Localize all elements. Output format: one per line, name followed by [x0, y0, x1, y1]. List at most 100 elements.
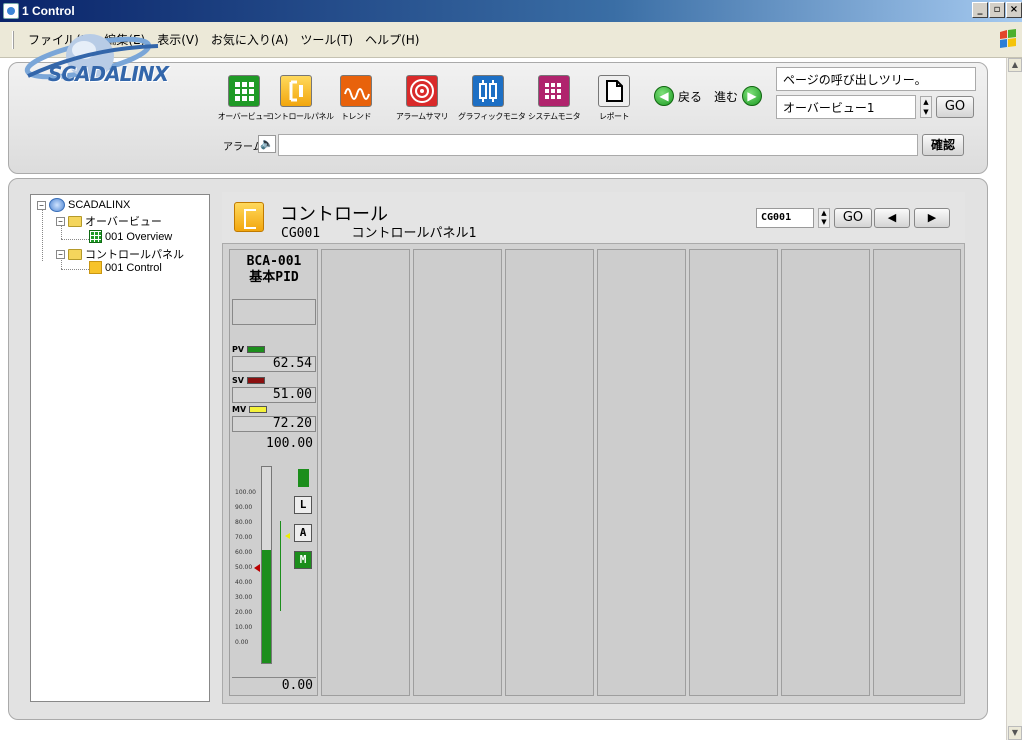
mv-value[interactable]: 72.20: [232, 416, 316, 432]
sv-color-swatch: [246, 377, 265, 384]
tree-folder-control[interactable]: − コントロールパネル: [56, 246, 184, 262]
mv-label: MV: [232, 405, 247, 414]
tree-root[interactable]: − SCADALINX: [37, 198, 130, 212]
pv-value: 62.54: [232, 356, 316, 372]
toolbar-label: レポート: [599, 112, 630, 121]
tree-folder-overview[interactable]: − オーバービュー: [56, 213, 162, 229]
empty-faceplate-slot: [781, 249, 870, 696]
trend-wave-icon: [340, 75, 372, 107]
logo-text: SCADALINX: [48, 62, 169, 86]
page-spinner[interactable]: ▲ ▼: [920, 96, 932, 118]
back-button[interactable]: ◀ 戻る: [654, 86, 702, 106]
toolbar-trend-button[interactable]: トレンド: [326, 71, 386, 127]
collapse-toggle-icon[interactable]: −: [56, 249, 65, 259]
mode-manual-button[interactable]: M: [294, 551, 312, 569]
mode-auto-button[interactable]: A: [294, 524, 312, 542]
group-spinner[interactable]: ▲ ▼: [818, 208, 830, 228]
overview-grid-icon: [89, 230, 102, 243]
scroll-up-arrow-icon[interactable]: ▲: [1008, 58, 1022, 72]
scale-tick: 100.00: [235, 489, 256, 496]
header-go-button[interactable]: GO: [936, 96, 974, 118]
report-page-icon: [598, 75, 630, 107]
forward-label: 進む: [714, 89, 739, 104]
menu-favorites[interactable]: お気に入り(A): [205, 31, 295, 48]
navigation-tree: − SCADALINX − オーバービュー 001 Overview − コント…: [30, 194, 210, 702]
menu-tools[interactable]: ツール(T): [294, 31, 359, 48]
pv-bar-fill: [262, 550, 271, 663]
empty-faceplate-slot: [597, 249, 686, 696]
sv-legend: SV: [232, 376, 265, 385]
overview-grid-icon: [228, 75, 260, 107]
group-name: コントロールパネル1: [351, 226, 477, 241]
back-label: 戻る: [678, 89, 703, 104]
forward-button[interactable]: 進む ▶: [714, 86, 763, 106]
toolbar-label: トレンド: [341, 112, 372, 121]
faceplate-name: BCA-001 基本PID: [232, 254, 316, 286]
vertical-scrollbar[interactable]: ▲ ▼: [1006, 58, 1022, 740]
toolbar-system-monitor-button[interactable]: システムモニタ: [524, 71, 584, 127]
toolbar-control-panel-button[interactable]: コントロールパネル: [266, 71, 334, 127]
scale-tick: 70.00: [235, 534, 253, 541]
scale-tick: 80.00: [235, 519, 253, 526]
control-panel-icon: [89, 261, 102, 274]
alarm-target-icon: [406, 75, 438, 107]
pv-label: PV: [232, 345, 245, 354]
restore-button[interactable]: ▫: [989, 2, 1005, 18]
mv-color-swatch: [249, 406, 268, 413]
toolbar-label: コントロールパネル: [266, 112, 334, 121]
faceplate-tag: BCA-001: [246, 254, 302, 269]
alarm-label: アラーム: [223, 142, 263, 153]
scale-tick: 0.00: [235, 639, 249, 646]
pv-legend: PV: [232, 345, 266, 354]
empty-faceplate-slot: [413, 249, 502, 696]
page-select-field[interactable]: オーバービュー1: [776, 95, 916, 119]
sv-marker-icon[interactable]: [254, 563, 260, 572]
collapse-toggle-icon[interactable]: −: [37, 200, 46, 210]
scroll-down-arrow-icon[interactable]: ▼: [1008, 726, 1022, 740]
title-bar: 1 Control _ ▫ ×: [0, 0, 1022, 22]
tree-folder-label: コントロールパネル: [85, 249, 184, 261]
collapse-toggle-icon[interactable]: −: [56, 216, 65, 226]
mv-indicator-line: [280, 521, 281, 611]
close-button[interactable]: ×: [1006, 2, 1022, 18]
alarm-message-bar: [278, 134, 918, 156]
alarm-speaker-icon[interactable]: 🔈: [258, 135, 276, 153]
window-title: 1 Control: [22, 4, 75, 18]
ie-app-icon: [3, 3, 19, 19]
menu-help[interactable]: ヘルプ(H): [359, 31, 425, 48]
toolbar-label: アラームサマリ: [395, 112, 449, 121]
toolbar-alarm-summary-button[interactable]: アラームサマリ: [392, 71, 452, 127]
menu-grip: [12, 30, 14, 49]
minimize-button[interactable]: _: [972, 2, 988, 18]
tree-folder-label: オーバービュー: [85, 216, 162, 228]
mode-local-button[interactable]: L: [294, 496, 312, 514]
scale-tick: 20.00: [235, 609, 253, 616]
mv-marker-icon[interactable]: [285, 532, 290, 539]
scale-tick: 10.00: [235, 624, 253, 631]
group-select-field[interactable]: CG001: [756, 208, 814, 228]
sv-label: SV: [232, 376, 244, 385]
tree-item-control[interactable]: 001 Control: [89, 261, 162, 274]
scale-tick: 90.00: [235, 504, 253, 511]
toolbar-overview-button[interactable]: オーバービュー: [214, 71, 274, 127]
tree-item-label: 001 Overview: [105, 230, 173, 243]
toolbar-report-button[interactable]: レポート: [584, 71, 644, 127]
alarm-confirm-button[interactable]: 確認: [922, 134, 964, 156]
faceplate-message-box: [232, 299, 316, 325]
status-indicator: [298, 469, 309, 487]
panel-subtitle: CG001 コントロールパネル1: [281, 222, 476, 241]
sv-value[interactable]: 51.00: [232, 387, 316, 403]
scale-tick: 60.00: [235, 549, 253, 556]
control-panel-icon: [234, 202, 264, 232]
tree-item-label: 001 Control: [105, 261, 162, 274]
tree-item-overview[interactable]: 001 Overview: [89, 230, 172, 243]
next-group-button[interactable]: ▶: [914, 208, 950, 228]
toolbar-graphic-monitor-button[interactable]: グラフィックモニタ: [458, 71, 526, 127]
empty-faceplate-slot: [873, 249, 961, 696]
scale-tick: 50.00: [235, 564, 253, 571]
group-go-button[interactable]: GO: [834, 208, 872, 228]
prev-group-button[interactable]: ◀: [874, 208, 910, 228]
faceplate-type: 基本PID: [249, 270, 299, 285]
window-controls: _ ▫ ×: [972, 2, 1022, 18]
page-call-tree-field[interactable]: ページの呼び出しツリー。: [776, 67, 976, 91]
